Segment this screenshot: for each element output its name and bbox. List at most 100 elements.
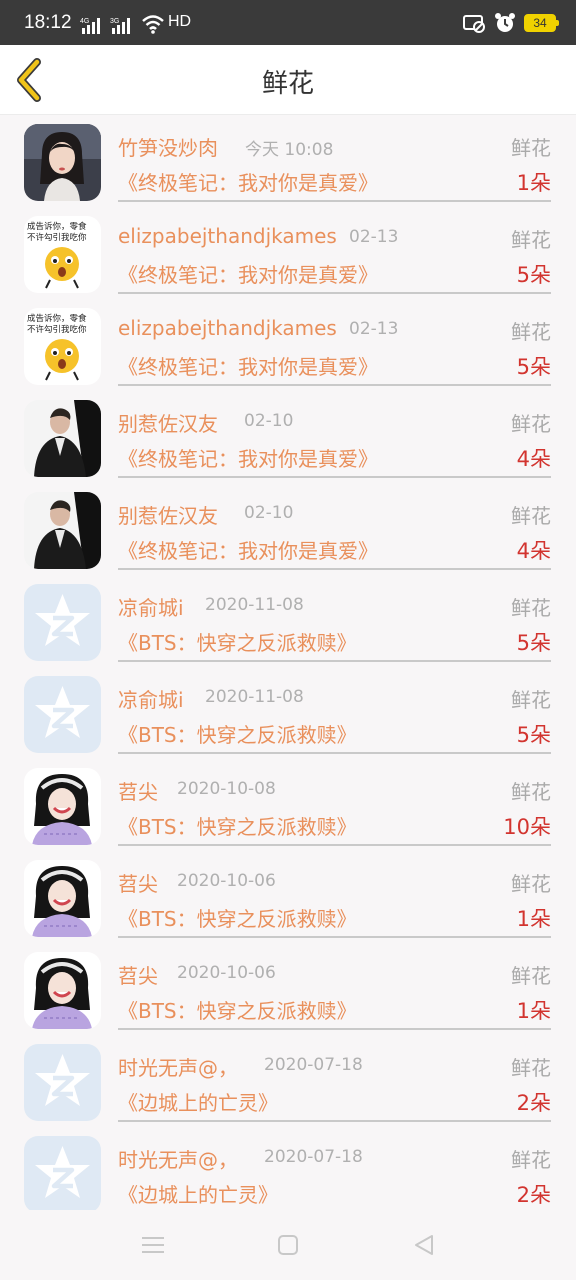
list-item[interactable]: 别惹佐汉友 02-10 鲜花 《终极笔记：我对你是真爱》 4朵 [0, 396, 576, 488]
list-item[interactable]: 苕尖 2020-10-06 鲜花 《BTS：快穿之反派救赎》 1朵 [0, 948, 576, 1040]
menu-icon[interactable] [138, 1232, 168, 1258]
status-right-icons: 34 [462, 12, 559, 34]
flower-count: 1朵 [516, 999, 551, 1023]
avatar[interactable] [24, 768, 101, 845]
user-name[interactable]: 苕尖 [118, 776, 158, 805]
flower-record-list: 竹笋没炒肉 今天 10:08 鲜花 《终极笔记：我对你是真爱》 1朵 成告诉你，零食 不… [0, 120, 576, 1224]
gift-type: 鲜花 [511, 136, 551, 160]
list-item[interactable]: 凉俞城i 2020-11-08 鲜花 《BTS：快穿之反派救赎》 5朵 [0, 672, 576, 764]
avatar[interactable] [24, 860, 101, 937]
user-name[interactable]: 时光无声@， [118, 1052, 238, 1081]
list-item[interactable]: 竹笋没炒肉 今天 10:08 鲜花《终极笔记：我对你是真爱》 1朵 [0, 120, 576, 212]
user-name[interactable]: 别惹佐汉友 [118, 408, 218, 437]
avatar[interactable] [24, 400, 101, 477]
row-divider [118, 1028, 551, 1030]
record-date: 02-13 [349, 319, 399, 339]
row-divider [118, 1120, 551, 1122]
avatar[interactable]: 成告诉你，零食 不许勾引我吃你 [24, 216, 101, 293]
book-title[interactable]: 《边城上的亡灵》 [118, 1179, 278, 1208]
avatar[interactable] [24, 1044, 101, 1121]
row-divider [118, 568, 551, 570]
list-item[interactable]: 苕尖 2020-10-08 鲜花 《BTS：快穿之反派救赎》 10朵 [0, 764, 576, 856]
clock: 18:12 [24, 12, 72, 33]
gift-type: 鲜花 [511, 780, 551, 804]
wifi-icon [142, 15, 164, 34]
battery-icon: 34 [524, 14, 559, 32]
book-title[interactable]: 《BTS：快穿之反派救赎》 [118, 995, 357, 1024]
gift-type: 鲜花 [511, 1056, 551, 1080]
record-date: 02-10 [244, 503, 294, 523]
gift-type: 鲜花 [511, 504, 551, 528]
4g-signal-icon: 4G [80, 18, 100, 34]
user-name[interactable]: 苕尖 [118, 960, 158, 989]
flower-count: 4朵 [516, 447, 551, 471]
list-item[interactable]: 成告诉你，零食 不许勾引我吃你 elizpabejthandjkames 02-1… [0, 304, 576, 396]
record-date: 2020-10-06 [177, 963, 276, 983]
cast-icon [463, 15, 485, 33]
record-date: 2020-11-08 [205, 687, 304, 707]
svg-text:成告诉你，零食: 成告诉你，零食 [27, 313, 87, 324]
book-title[interactable]: 《终极笔记：我对你是真爱》 [118, 443, 378, 472]
flower-count: 4朵 [516, 539, 551, 563]
list-item[interactable]: 成告诉你，零食 不许勾引我吃你 elizpabejthandjkames 02-1… [0, 212, 576, 304]
flower-count: 1朵 [516, 907, 551, 931]
flower-count: 5朵 [516, 355, 551, 379]
book-title[interactable]: 《边城上的亡灵》 [118, 1087, 278, 1116]
gift-type: 鲜花 [511, 320, 551, 344]
home-square-icon[interactable] [273, 1232, 303, 1258]
user-name[interactable]: elizpabejthandjkames [118, 316, 337, 340]
avatar[interactable] [24, 676, 101, 753]
avatar[interactable] [24, 584, 101, 661]
user-name[interactable]: 时光无声@， [118, 1144, 238, 1173]
user-name[interactable]: 竹笋没炒肉 [118, 132, 218, 161]
gift-type: 鲜花 [511, 688, 551, 712]
book-title[interactable]: 《BTS：快穿之反派救赎》 [118, 811, 357, 840]
gift-type: 鲜花 [511, 872, 551, 896]
avatar[interactable] [24, 492, 101, 569]
record-date: 02-13 [349, 227, 399, 247]
list-item[interactable]: 别惹佐汉友 02-10 鲜花《终极笔记：我对你是真爱》 4朵 [0, 488, 576, 580]
book-title[interactable]: 《BTS：快穿之反派救赎》 [118, 903, 357, 932]
book-title[interactable]: 《终极笔记：我对你是真爱》 [118, 259, 378, 288]
flower-count: 5朵 [516, 263, 551, 287]
flower-count: 2朵 [516, 1091, 551, 1115]
row-divider [118, 752, 551, 754]
avatar[interactable]: 成告诉你，零食 不许勾引我吃你 [24, 308, 101, 385]
row-divider [118, 476, 551, 478]
list-item[interactable]: 苕尖 2020-10-06 鲜花《BTS：快穿之反派救赎》 1朵 [0, 856, 576, 948]
svg-text:不许勾引我吃你: 不许勾引我吃你 [27, 324, 87, 335]
system-nav-bar [0, 1210, 576, 1280]
flower-count: 1朵 [516, 171, 551, 195]
book-title[interactable]: 《BTS：快穿之反派救赎》 [118, 627, 357, 656]
row-divider [118, 936, 551, 938]
row-divider [118, 200, 551, 202]
user-name[interactable]: 苕尖 [118, 868, 158, 897]
book-title[interactable]: 《终极笔记：我对你是真爱》 [118, 167, 378, 196]
record-date: 2020-10-06 [177, 871, 276, 891]
user-name[interactable]: 凉俞城i [118, 684, 184, 713]
back-triangle-icon[interactable] [410, 1232, 440, 1258]
book-title[interactable]: 《终极笔记：我对你是真爱》 [118, 351, 378, 380]
avatar[interactable] [24, 1136, 101, 1213]
user-name[interactable]: 别惹佐汉友 [118, 500, 218, 529]
list-item[interactable]: 凉俞城i 2020-11-08 鲜花 《BTS：快穿之反派救赎》 5朵 [0, 580, 576, 672]
record-date: 02-10 [244, 411, 294, 431]
flower-count: 2朵 [516, 1183, 551, 1207]
title-bar: 鲜花 [0, 45, 576, 115]
user-name[interactable]: 凉俞城i [118, 592, 184, 621]
list-item[interactable]: 时光无声@， 2020-07-18 鲜花《边城上的亡灵》 2朵 [0, 1040, 576, 1132]
book-title[interactable]: 《终极笔记：我对你是真爱》 [118, 535, 378, 564]
svg-text:成告诉你，零食: 成告诉你，零食 [27, 221, 87, 232]
svg-text:4G: 4G [80, 18, 89, 25]
book-title[interactable]: 《BTS：快穿之反派救赎》 [118, 719, 357, 748]
hd-indicator: HD [168, 13, 192, 30]
row-divider [118, 292, 551, 294]
row-divider [118, 844, 551, 846]
gift-type: 鲜花 [511, 1148, 551, 1172]
record-date: 2020-07-18 [264, 1055, 363, 1075]
user-name[interactable]: elizpabejthandjkames [118, 224, 337, 248]
record-date: 今天 10:08 [245, 140, 334, 160]
avatar[interactable] [24, 124, 101, 201]
avatar[interactable] [24, 952, 101, 1029]
record-date: 2020-11-08 [205, 595, 304, 615]
